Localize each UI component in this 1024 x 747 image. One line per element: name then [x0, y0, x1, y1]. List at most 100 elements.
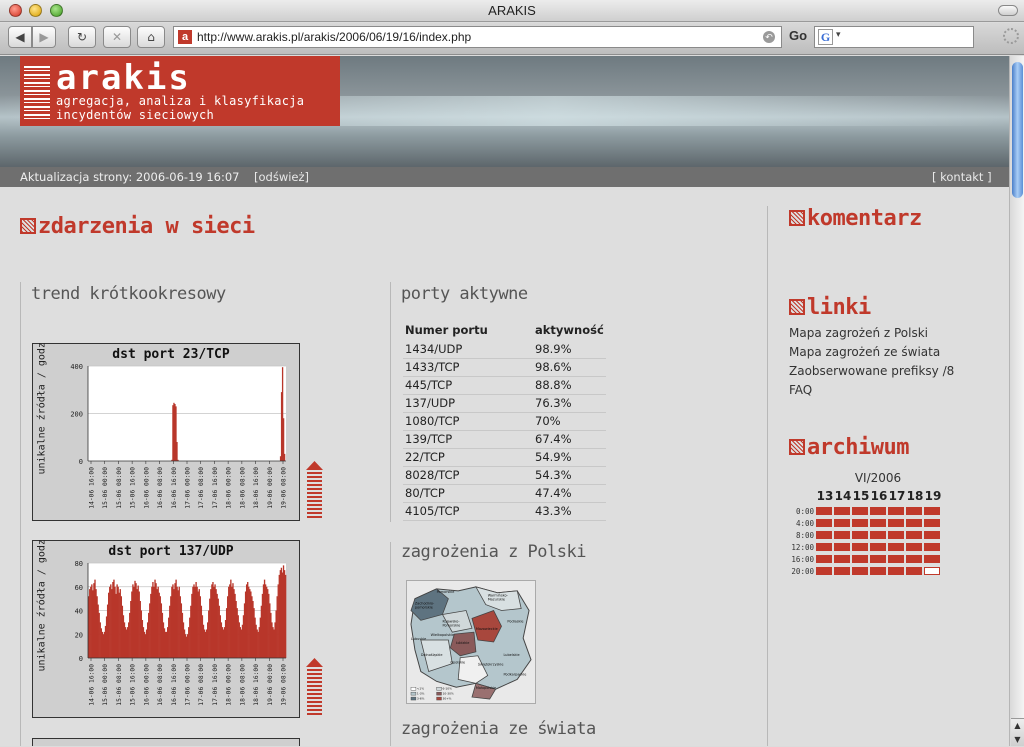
google-icon[interactable]: G	[818, 29, 833, 45]
y-tick-label: 20	[75, 631, 83, 639]
archive-cell[interactable]	[888, 519, 904, 527]
link-observed-prefixes[interactable]: Zaobserwowane prefiksy /8	[789, 364, 954, 383]
archive-cell[interactable]	[816, 519, 832, 527]
archive-row: 20:00	[789, 567, 942, 579]
archive-cell[interactable]	[834, 555, 850, 563]
archive-day[interactable]: 19	[924, 489, 942, 503]
archive-cell[interactable]	[924, 555, 940, 563]
archive-cell[interactable]	[906, 543, 922, 551]
chart-plot: 0 20 40 60 80 14-06 16:00 15-06 00:00 15-06 08:…	[75, 560, 288, 706]
toolbar-toggle-button[interactable]	[998, 5, 1018, 16]
archive-cell[interactable]	[834, 567, 850, 575]
archive-cell[interactable]	[870, 519, 886, 527]
archive-cell[interactable]	[852, 531, 868, 539]
archive-cell[interactable]	[888, 555, 904, 563]
search-engine-dropdown-icon[interactable]: ▾	[836, 30, 841, 40]
archive-cell[interactable]	[834, 531, 850, 539]
archive-cell[interactable]	[834, 507, 850, 515]
archive-cell[interactable]	[870, 555, 886, 563]
archive-cell[interactable]	[852, 507, 868, 515]
poland-threats-title: zagrożenia z Polski	[401, 542, 586, 562]
minimize-window-button[interactable]	[29, 4, 42, 17]
archive-day[interactable]: 17	[888, 489, 906, 503]
archive-cell-current[interactable]	[924, 567, 940, 575]
archive-cell[interactable]	[924, 507, 940, 515]
archive-cell[interactable]	[906, 519, 922, 527]
links-section-title: linki	[789, 295, 871, 320]
home-button[interactable]: ⌂	[137, 26, 165, 48]
archive-cell[interactable]	[870, 531, 886, 539]
archive-day[interactable]: 16	[870, 489, 888, 503]
archive-day[interactable]: 14	[834, 489, 852, 503]
archive-cell[interactable]	[834, 543, 850, 551]
arakis-logo[interactable]: arakis agregacja, analiza i klasyfikacja…	[20, 56, 340, 126]
svg-text:Świętokrzyskie: Świętokrzyskie	[478, 662, 504, 667]
x-tick-label: 16-06 16:00	[171, 467, 178, 509]
stop-icon: ✕	[111, 30, 123, 44]
archive-cell[interactable]	[888, 507, 904, 515]
trend-chart-port-23[interactable]: dst port 23/TCP unikalne źródła / godz 0…	[32, 342, 300, 521]
trend-chart-partial[interactable]	[32, 738, 300, 746]
archive-cell[interactable]	[834, 519, 850, 527]
go-button[interactable]: Go	[789, 26, 807, 46]
archive-cell[interactable]	[924, 531, 940, 539]
poland-threat-map[interactable]: Zachodnio-pomorskie Pomorskie Warmińsko-…	[406, 580, 536, 704]
contact-link[interactable]: [ kontakt ]	[932, 167, 992, 187]
svg-text:Mazurskie: Mazurskie	[488, 598, 505, 602]
link-poland-threat-map[interactable]: Mapa zagrożeń z Polski	[789, 326, 954, 345]
scroll-arrows[interactable]: ▲ ▼	[1011, 718, 1024, 746]
archive-section-title: archiwum	[789, 435, 909, 460]
archive-cell[interactable]	[906, 555, 922, 563]
scrollbar-thumb[interactable]	[1012, 62, 1023, 198]
page-scrollbar[interactable]: ▲ ▼	[1009, 56, 1024, 746]
archive-day[interactable]: 13	[816, 489, 834, 503]
zoom-window-button[interactable]	[50, 4, 63, 17]
close-window-button[interactable]	[9, 4, 22, 17]
forward-button[interactable]: ▶	[32, 26, 56, 48]
archive-cell[interactable]	[870, 567, 886, 575]
archive-cell[interactable]	[888, 531, 904, 539]
google-search-field[interactable]: G ▾	[814, 26, 974, 48]
stop-button[interactable]: ✕	[103, 26, 131, 48]
archive-cell[interactable]	[924, 543, 940, 551]
archive-cell[interactable]	[852, 555, 868, 563]
snapback-icon[interactable]: ↶	[763, 31, 775, 43]
archive-cell[interactable]	[870, 543, 886, 551]
archive-cell[interactable]	[816, 555, 832, 563]
archive-cell[interactable]	[852, 519, 868, 527]
back-arrow-icon: ◀	[15, 30, 25, 44]
area-bar	[283, 453, 286, 461]
x-tick-label: 16-06 00:00	[143, 664, 150, 706]
y-tick-label: 0	[79, 458, 83, 466]
refresh-link[interactable]: [odśwież]	[254, 167, 309, 187]
archive-cell[interactable]	[816, 567, 832, 575]
archive-cell[interactable]	[870, 507, 886, 515]
archive-cell[interactable]	[906, 531, 922, 539]
archive-cell[interactable]	[906, 567, 922, 575]
archive-cell[interactable]	[852, 567, 868, 575]
archive-grid: 0:00 4:00 8:00 12:00 16:00 20:00	[789, 507, 942, 579]
archive-cell[interactable]	[906, 507, 922, 515]
archive-cell[interactable]	[852, 543, 868, 551]
archive-day[interactable]: 15	[852, 489, 870, 503]
archive-cell[interactable]	[888, 567, 904, 575]
archive-cell[interactable]	[888, 543, 904, 551]
archive-hour-label: 4:00	[795, 519, 814, 528]
address-bar[interactable]: a http://www.arakis.pl/arakis/2006/06/19…	[173, 26, 782, 48]
archive-cell[interactable]	[816, 507, 832, 515]
update-bar: Aktualizacja strony: 2006-06-19 16:07 [o…	[0, 167, 1009, 187]
link-world-threat-map[interactable]: Mapa zagrożeń ze świata	[789, 345, 954, 364]
link-faq[interactable]: FAQ	[789, 383, 954, 402]
reload-button[interactable]: ↻	[68, 26, 96, 48]
browser-toolbar: ◀ ▶ ↻ ✕ ⌂ a http://www.arakis.pl/arakis/…	[0, 23, 1024, 55]
trend-chart-port-137[interactable]: dst port 137/UDP unikalne źródła / godz …	[32, 539, 300, 718]
archive-row: 4:00	[789, 519, 942, 531]
svg-text:30+%: 30+%	[442, 697, 451, 701]
archive-cell[interactable]	[816, 543, 832, 551]
archive-day[interactable]: 18	[906, 489, 924, 503]
archive-cell[interactable]	[816, 531, 832, 539]
back-button[interactable]: ◀	[8, 26, 32, 48]
archive-hour-label: 0:00	[795, 507, 814, 516]
x-tick-label: 18-06 00:00	[226, 467, 233, 509]
archive-cell[interactable]	[924, 519, 940, 527]
